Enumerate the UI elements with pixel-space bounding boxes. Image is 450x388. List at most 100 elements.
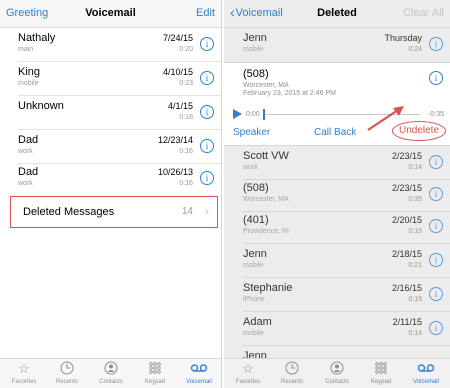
voicemail-duration: 0:15 xyxy=(408,228,422,235)
info-icon[interactable]: i xyxy=(429,187,443,201)
star-icon: ☆ xyxy=(242,361,254,376)
info-icon[interactable]: i xyxy=(429,321,443,335)
caller-name: Dad xyxy=(18,134,39,146)
deleted-count-badge: 14 xyxy=(181,206,193,217)
tab-recents[interactable]: Recents xyxy=(45,361,89,385)
caller-name: Scott VW xyxy=(243,150,289,162)
tab-label: Keypad xyxy=(144,379,166,385)
tab-label: Voicemail xyxy=(413,379,439,385)
caller-label: Worcester, MA xyxy=(243,196,289,203)
tab-contacts[interactable]: Contacts xyxy=(89,361,133,385)
star-icon: ☆ xyxy=(18,361,30,376)
voicemail-row[interactable]: Nathaly main 7/24/15 0:20 i xyxy=(0,28,221,62)
voicemail-date: Thursday xyxy=(384,33,422,43)
voicemail-date: 2/18/15 xyxy=(391,249,422,259)
info-icon[interactable]: i xyxy=(429,37,443,51)
caller-label: work xyxy=(18,180,33,187)
deleted-messages-label: Deleted Messages xyxy=(23,206,115,218)
tab-favorites[interactable]: ☆ Favorites xyxy=(226,361,270,385)
info-icon[interactable]: i xyxy=(200,37,214,51)
tab-recents[interactable]: Recents xyxy=(270,361,314,385)
voicemail-navbar: Greeting Voicemail Edit xyxy=(0,0,221,28)
deleted-navbar: ‹Voicemail Deleted Clear All xyxy=(224,0,450,28)
arrow-annotation xyxy=(367,106,404,131)
voicemail-date: 12/23/14 xyxy=(157,135,193,145)
deleted-voicemail-row[interactable]: (508) Worcester, MA 2/23/15 0:35 i xyxy=(224,178,450,212)
info-icon[interactable]: i xyxy=(200,105,214,119)
voicemail-duration: 0:24 xyxy=(408,46,422,53)
speaker-button[interactable]: Speaker xyxy=(233,127,270,138)
voicemail-date: 2/23/15 xyxy=(391,183,422,193)
expanded-voicemail: (508) Worcester, MA February 23, 2015 at… xyxy=(224,62,450,146)
clear-all-button[interactable]: Clear All xyxy=(403,7,444,19)
tab-label: Favorites xyxy=(11,379,37,385)
voicemail-row[interactable]: King mobile 4/10/15 0:23 i xyxy=(0,62,221,96)
caller-label: mobile xyxy=(243,330,264,337)
caller-name: Stephanie xyxy=(243,282,293,294)
info-icon[interactable]: i xyxy=(429,253,443,267)
info-icon[interactable]: i xyxy=(429,155,443,169)
edit-button[interactable]: Edit xyxy=(196,7,215,19)
call-back-button[interactable]: Call Back xyxy=(314,127,356,138)
caller-location: Worcester, MA xyxy=(243,82,289,89)
tab-label: Contacts xyxy=(99,379,123,385)
deleted-voicemail-row[interactable]: Scott VW work 2/23/15 0:14 i xyxy=(224,146,450,180)
clock-icon xyxy=(270,361,314,377)
caller-label: work xyxy=(18,148,33,155)
caller-name: Jenn xyxy=(243,32,267,44)
caller-label: mobile xyxy=(243,262,264,269)
info-icon[interactable]: i xyxy=(200,171,214,185)
tab-label: Voicemail xyxy=(186,379,212,385)
caller-name: (508) xyxy=(243,68,269,80)
caller-name: Dad xyxy=(18,166,39,178)
voicemail-date: 2/16/15 xyxy=(391,283,422,293)
deleted-voicemail-row[interactable]: (401) Providence, RI 2/20/15 0:15 i xyxy=(224,210,450,244)
tab-keypad[interactable]: Keypad xyxy=(359,361,403,385)
info-icon[interactable]: i xyxy=(429,287,443,301)
tab-voicemail[interactable]: Voicemail xyxy=(404,361,448,385)
info-icon[interactable]: i xyxy=(200,139,214,153)
voicemail-duration: 0:23 xyxy=(179,80,193,87)
tab-label: Keypad xyxy=(370,379,392,385)
tab-voicemail[interactable]: Voicemail xyxy=(177,361,221,385)
tab-label: Recents xyxy=(55,379,78,385)
deleted-voicemail-row[interactable]: Adam mobile 2/11/15 0:14 i xyxy=(224,312,450,346)
tab-contacts[interactable]: Contacts xyxy=(315,361,359,385)
caller-name: Nathaly xyxy=(18,32,56,44)
info-icon[interactable]: i xyxy=(200,71,214,85)
tab-label: Contacts xyxy=(325,379,349,385)
caller-name: Adam xyxy=(243,316,272,328)
caller-name: King xyxy=(18,66,41,78)
deleted-voicemail-row[interactable]: Jenn mobile Thursday 0:24 i xyxy=(224,28,450,62)
caller-label: mobile xyxy=(18,80,39,87)
scrubber-handle[interactable] xyxy=(263,109,265,120)
chevron-right-icon: › xyxy=(205,204,209,218)
voicemail-date: 2/11/15 xyxy=(392,317,422,327)
deleted-messages-row[interactable]: Deleted Messages 14 › xyxy=(10,196,218,228)
voicemail-duration: 0:35 xyxy=(408,196,422,203)
tab-favorites[interactable]: ☆ Favorites xyxy=(2,361,46,385)
voicemail-date: 4/1/15 xyxy=(167,101,193,111)
keypad-icon xyxy=(133,361,177,377)
caller-label: iPhone xyxy=(243,296,265,303)
voicemail-duration: 0:18 xyxy=(179,114,193,121)
voicemail-duration: 0:14 xyxy=(408,330,422,337)
voicemail-duration: 0:14 xyxy=(408,164,422,171)
voicemail-date: 2/23/15 xyxy=(391,151,422,161)
voicemail-row[interactable]: Dad work 12/23/14 0:16 i xyxy=(0,130,221,164)
tab-keypad[interactable]: Keypad xyxy=(133,361,177,385)
voicemail-timestamp: February 23, 2015 at 2:46 PM xyxy=(243,90,336,97)
info-icon[interactable]: i xyxy=(429,219,443,233)
deleted-voicemail-row[interactable]: Jenn mobile 2/18/15 0:21 i xyxy=(224,244,450,278)
caller-name: (401) xyxy=(243,214,269,226)
deleted-voicemail-row[interactable]: Stephanie iPhone 2/16/15 0:19 i xyxy=(224,278,450,312)
caller-name: Unknown xyxy=(18,100,64,112)
play-icon[interactable] xyxy=(233,109,242,119)
voicemail-date: 7/24/15 xyxy=(162,33,193,43)
voicemail-duration: 0:16 xyxy=(179,148,193,155)
tab-bar: ☆ Favorites Recents Contacts Keypad Voic… xyxy=(0,358,221,388)
info-icon[interactable]: i xyxy=(429,71,443,85)
voicemail-row[interactable]: Dad work 10/26/13 0:16 i xyxy=(0,162,221,196)
voicemail-date: 2/20/15 xyxy=(391,215,422,225)
voicemail-row[interactable]: Unknown 4/1/15 0:18 i xyxy=(0,96,221,130)
